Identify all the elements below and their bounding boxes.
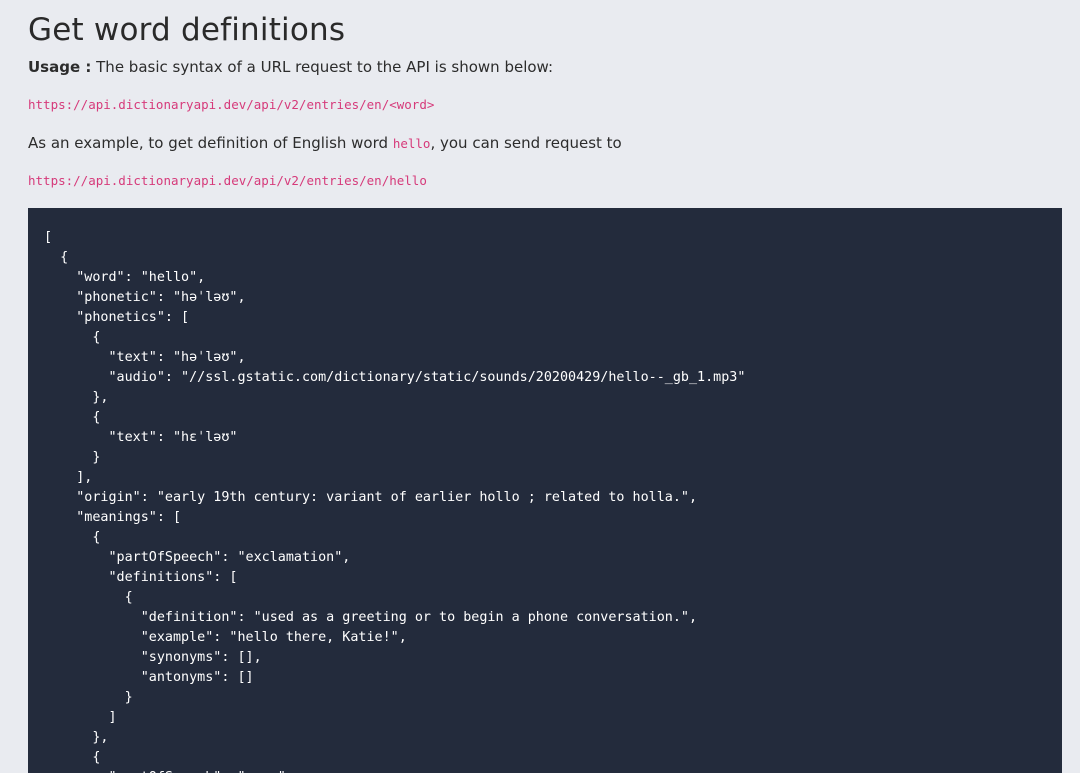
page-title: Get word definitions — [28, 12, 346, 48]
response-code-block: [ { "word": "hello", "phonetic": "həˈləʊ… — [28, 208, 1062, 773]
example-word-code: hello — [392, 136, 431, 151]
example-text-before: As an example, to get definition of Engl… — [28, 134, 393, 152]
syntax-url: https://api.dictionaryapi.dev/api/v2/ent… — [28, 97, 435, 112]
usage-label: Usage : — [28, 58, 92, 76]
response-json: [ { "word": "hello", "phonetic": "həˈləʊ… — [44, 230, 746, 773]
usage-text: The basic syntax of a URL request to the… — [91, 58, 554, 76]
documentation-section: Get word definitions Usage : The basic s… — [28, 0, 1062, 773]
example-text-after: , you can send request to — [430, 134, 622, 152]
example-url: https://api.dictionaryapi.dev/api/v2/ent… — [28, 173, 427, 188]
usage-paragraph: Usage : The basic syntax of a URL reques… — [28, 56, 553, 78]
example-paragraph: As an example, to get definition of Engl… — [28, 132, 622, 155]
